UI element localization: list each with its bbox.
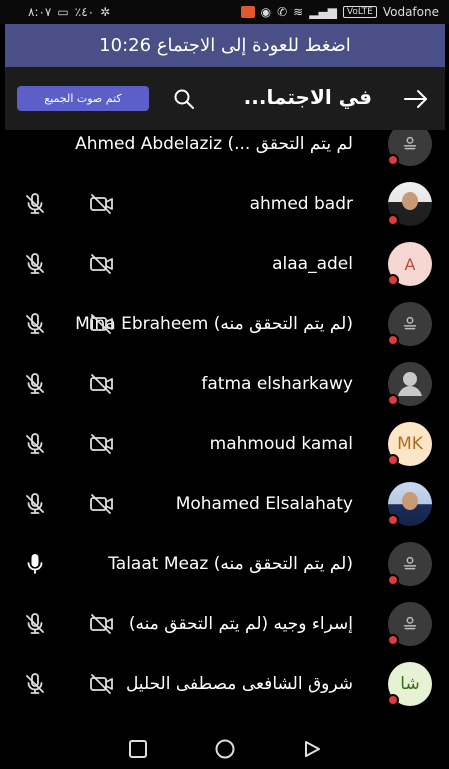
participant-row[interactable]: إسراء وجيه (لم يتم التحقق منه) [5,594,445,654]
participant-row[interactable]: (لم يتم التحقق منه) Mina Ebraheem [5,294,445,354]
status-dot [387,634,399,646]
camera-off-icon [89,193,115,215]
avatar [387,602,432,646]
status-dot [387,274,399,286]
carrier-label: Vodafone [382,5,439,19]
status-dot [387,154,399,166]
camera-off-icon [89,673,115,695]
camera-off-icon [89,493,115,515]
avatar [387,362,432,406]
participant-name: fatma elsharkawy [201,374,353,394]
signal-icon: ▂▄▆ [309,5,337,19]
participant-row[interactable]: (لم يتم التحقق منه) Talaat Meaz [5,534,445,594]
battery-level: ٪٤٠ [74,5,95,19]
participant-name: (لم يتم التحقق منه) Talaat Meaz [108,554,353,574]
status-dot [387,574,399,586]
participant-name: ahmed badr [249,194,353,214]
microphone-muted-icon [23,612,47,636]
notification-icon [240,6,255,18]
participant-list[interactable]: لم يتم التحقق ...) Ahmed Abdelaziz ahmed … [5,130,445,728]
microphone-muted-icon [23,432,47,456]
camera-off-icon [89,313,115,335]
circle-icon[interactable] [211,735,239,763]
phone-icon: ✆ [277,5,288,19]
status-dot [387,394,399,406]
microphone-muted-icon [23,372,47,396]
participant-row[interactable]: لم يتم التحقق ...) Ahmed Abdelaziz [5,130,445,174]
volte-chip: VoLTE [342,6,377,18]
return-to-meeting-banner[interactable]: اضغط للعودة إلى الاجتماع 10:26 [5,24,445,67]
avatar [387,130,432,166]
participant-name: لم يتم التحقق ...) Ahmed Abdelaziz [75,134,353,154]
status-dot [387,214,399,226]
status-right: ◉ ✆ ≋ ▂▄▆ VoLTE Vodafone [240,5,439,19]
microphone-muted-icon [23,192,47,216]
camera-off-icon [89,253,115,275]
participant-row[interactable]: Mohamed Elsalahaty [5,474,445,534]
microphone-muted-icon [23,252,47,276]
system-nav-bar [5,728,445,769]
battery-icon: ▭ [57,5,69,19]
avatar [387,182,432,226]
avatar [387,542,432,586]
status-bar: ٨:٠٧ ▭ ٪٤٠ ✲ ◉ ✆ ≋ ▂▄▆ VoLTE Vodafone [0,0,449,24]
participant-name: إسراء وجيه (لم يتم التحقق منه) [128,614,353,634]
camera-off-icon [89,613,115,635]
clock: ٨:٠٧ [28,5,52,19]
status-dot [387,514,399,526]
gear-icon: ✲ [100,5,111,19]
participant-name: (لم يتم التحقق منه) Mina Ebraheem [75,314,353,334]
wifi-icon: ≋ [293,5,304,19]
avatar [387,302,432,346]
status-dot [387,694,399,706]
status-dot [387,334,399,346]
square-icon[interactable] [124,735,152,763]
status-left: ٨:٠٧ ▭ ٪٤٠ ✲ [28,5,110,19]
participant-name: alaa_adel [272,254,353,274]
microphone-icon [23,552,47,576]
messenger-icon: ◉ [260,5,272,19]
microphone-muted-icon [23,492,47,516]
avatar: شا [387,662,432,706]
search-icon[interactable] [169,84,199,114]
participant-name: Mohamed Elsalahaty [175,494,353,514]
page-title: في الاجتما... [243,85,372,109]
arrow-right-icon[interactable] [401,85,431,113]
triangle-icon[interactable] [298,735,326,763]
participants-header: كتم صوت الجميع في الاجتما... [5,67,445,130]
participant-row[interactable]: Aalaa_adel [5,234,445,294]
camera-off-icon [89,433,115,455]
participant-row[interactable]: MK mahmoud kamal [5,414,445,474]
camera-off-icon [89,373,115,395]
participant-name: mahmoud kamal [209,434,353,454]
participant-name: شروق الشافعى مصطفى الحليل [125,674,353,694]
avatar [387,482,432,526]
mute-all-button[interactable]: كتم صوت الجميع [17,86,149,111]
microphone-muted-icon [23,312,47,336]
participant-row[interactable]: شا شروق الشافعى مصطفى الحليل [5,654,445,714]
avatar: MK [387,422,432,466]
avatar: A [387,242,432,286]
status-dot [387,454,399,466]
microphone-muted-icon [23,672,47,696]
return-banner-text: اضغط للعودة إلى الاجتماع 10:26 [99,35,351,56]
participant-row[interactable]: fatma elsharkawy [5,354,445,414]
participant-row[interactable]: ahmed badr [5,174,445,234]
